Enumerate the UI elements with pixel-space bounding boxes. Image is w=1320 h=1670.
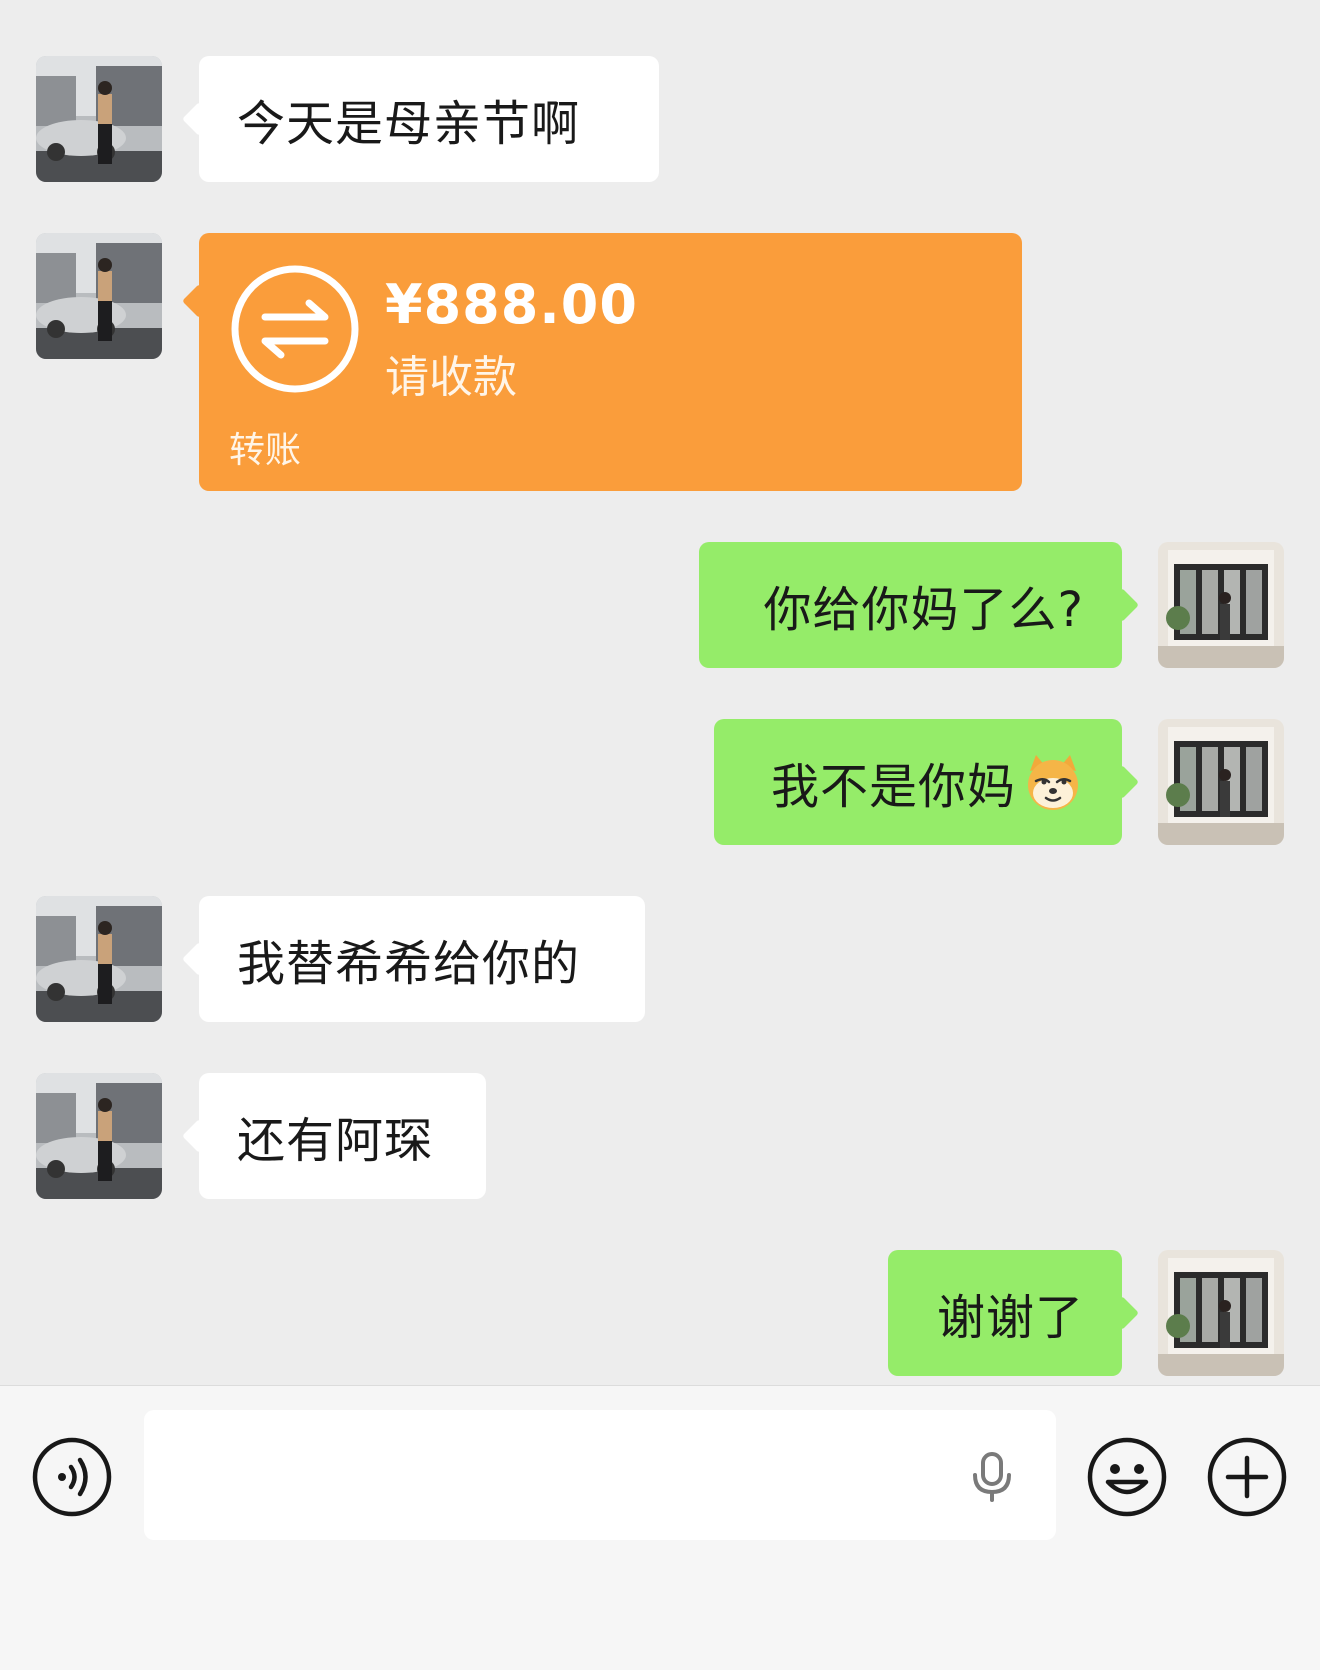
contact-avatar[interactable] — [36, 233, 162, 359]
message-text: 还有阿琛 — [237, 1113, 434, 1169]
contact-avatar[interactable] — [36, 896, 162, 1022]
transfer-label: 转账 — [229, 430, 302, 471]
message-input-box[interactable] — [144, 1410, 1056, 1542]
storefront-photo-avatar-image — [1158, 719, 1284, 845]
message-text: 今天是母亲节啊 — [237, 96, 581, 152]
plus-icon[interactable] — [1206, 1436, 1288, 1518]
car-photo-avatar-image — [36, 233, 162, 359]
transfer-amount: ¥888.00 — [385, 273, 638, 336]
received-message-bubble[interactable]: 我替希希给你的 — [199, 896, 645, 1022]
transfer-arrows-icon — [231, 265, 359, 393]
car-photo-avatar-image — [36, 1073, 162, 1199]
car-photo-avatar-image — [36, 56, 162, 182]
my-avatar[interactable] — [1158, 1250, 1284, 1376]
storefront-photo-avatar-image — [1158, 542, 1284, 668]
chat-message-list[interactable]: 今天是母亲节啊 ¥888.00 请收款 转账 你给你妈了么? 我不是你妈 我替希… — [0, 0, 1320, 1385]
contact-avatar[interactable] — [36, 1073, 162, 1199]
sent-message-bubble[interactable]: 我不是你妈 — [714, 719, 1122, 845]
message-text: 谢谢了 — [936, 1290, 1084, 1346]
transfer-note: 请收款 — [385, 352, 517, 403]
received-message-bubble[interactable]: 还有阿琛 — [199, 1073, 486, 1199]
received-message-bubble[interactable]: 今天是母亲节啊 — [199, 56, 659, 182]
my-avatar[interactable] — [1158, 542, 1284, 668]
message-text: 我不是你妈 — [770, 759, 1016, 815]
storefront-photo-avatar-image — [1158, 1250, 1284, 1376]
my-avatar[interactable] — [1158, 719, 1284, 845]
car-photo-avatar-image — [36, 896, 162, 1022]
sent-message-bubble[interactable]: 谢谢了 — [888, 1250, 1122, 1376]
contact-avatar[interactable] — [36, 56, 162, 182]
transfer-message-card[interactable]: ¥888.00 请收款 转账 — [199, 233, 1022, 491]
message-text: 你给你妈了么? — [763, 582, 1084, 638]
voice-mode-icon[interactable] — [31, 1436, 113, 1518]
chat-input-bar — [0, 1385, 1320, 1670]
sent-message-bubble[interactable]: 你给你妈了么? — [699, 542, 1122, 668]
doge-emoji-icon — [1028, 755, 1078, 810]
emoji-smile-icon[interactable] — [1086, 1436, 1168, 1518]
message-input[interactable] — [164, 1410, 968, 1542]
message-text: 我替希希给你的 — [237, 936, 581, 992]
microphone-icon[interactable] — [964, 1448, 1020, 1504]
